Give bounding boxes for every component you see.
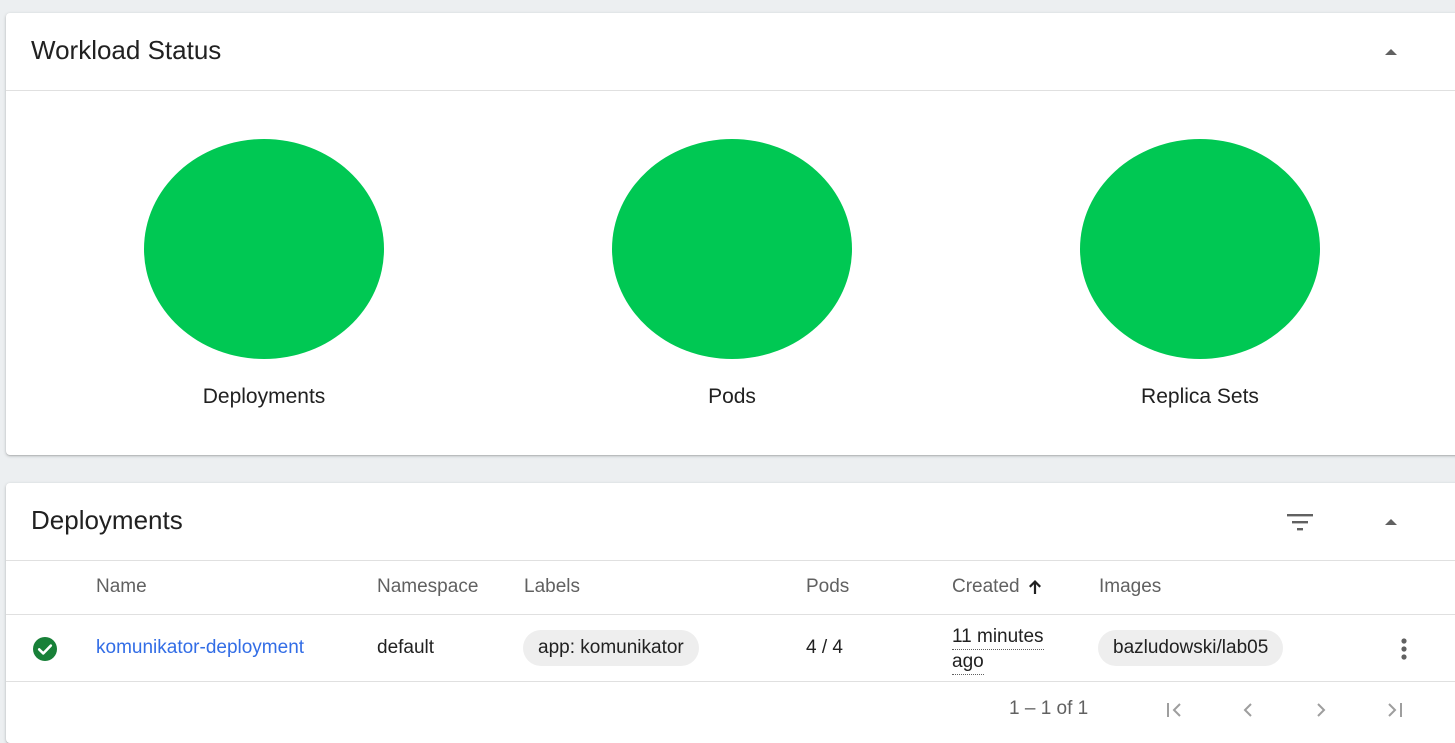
first-page-icon[interactable] xyxy=(1161,696,1189,724)
more-vert-icon[interactable] xyxy=(1390,635,1418,663)
workload-status-header: Workload Status xyxy=(6,13,1455,91)
label-chip: app: komunikator xyxy=(523,630,699,666)
created-cell: 11 minutes ago xyxy=(952,625,1044,675)
collapse-icon[interactable] xyxy=(1376,37,1406,67)
image-chip: bazludowski/lab05 xyxy=(1098,630,1284,666)
deployments-title: Deployments xyxy=(31,505,183,535)
deployments-status-chart[interactable] xyxy=(144,139,384,359)
row-divider xyxy=(6,614,1455,615)
arrow-up-icon xyxy=(1028,579,1042,595)
created-time-line1: 11 minutes xyxy=(952,625,1044,650)
workload-status-card: Workload Status Deployments Pods Replica… xyxy=(6,13,1455,455)
created-time-line2: ago xyxy=(952,650,984,675)
column-header-namespace[interactable]: Namespace xyxy=(377,576,478,598)
next-page-icon[interactable] xyxy=(1307,696,1335,724)
column-header-created[interactable]: Created xyxy=(952,576,1042,598)
deployments-header: Deployments xyxy=(6,483,1455,561)
pods-status-chart[interactable] xyxy=(612,139,852,359)
check-circle-icon xyxy=(33,637,57,661)
created-header-label: Created xyxy=(952,576,1020,597)
row-divider xyxy=(6,681,1455,682)
previous-page-icon[interactable] xyxy=(1234,696,1262,724)
replica-sets-status-chart[interactable] xyxy=(1080,139,1320,359)
workload-status-title: Workload Status xyxy=(31,35,222,65)
column-header-name[interactable]: Name xyxy=(96,576,147,598)
deployments-card: Deployments Name Namespace Labels Pods C… xyxy=(6,483,1455,743)
column-header-labels: Labels xyxy=(524,576,580,597)
replica-sets-chart-label: Replica Sets xyxy=(1141,385,1259,408)
pagination-range: 1 – 1 of 1 xyxy=(1009,698,1089,719)
last-page-icon[interactable] xyxy=(1380,696,1408,724)
filter-icon[interactable] xyxy=(1285,507,1315,537)
column-header-images: Images xyxy=(1099,576,1162,597)
collapse-icon[interactable] xyxy=(1376,507,1406,537)
deployments-chart-label: Deployments xyxy=(202,385,326,408)
pods-chart-label: Pods xyxy=(708,385,756,408)
column-header-pods: Pods xyxy=(806,576,850,597)
namespace-cell: default xyxy=(377,637,435,658)
pods-cell: 4 / 4 xyxy=(806,637,843,658)
deployment-name-link[interactable]: komunikator-deployment xyxy=(96,637,304,659)
